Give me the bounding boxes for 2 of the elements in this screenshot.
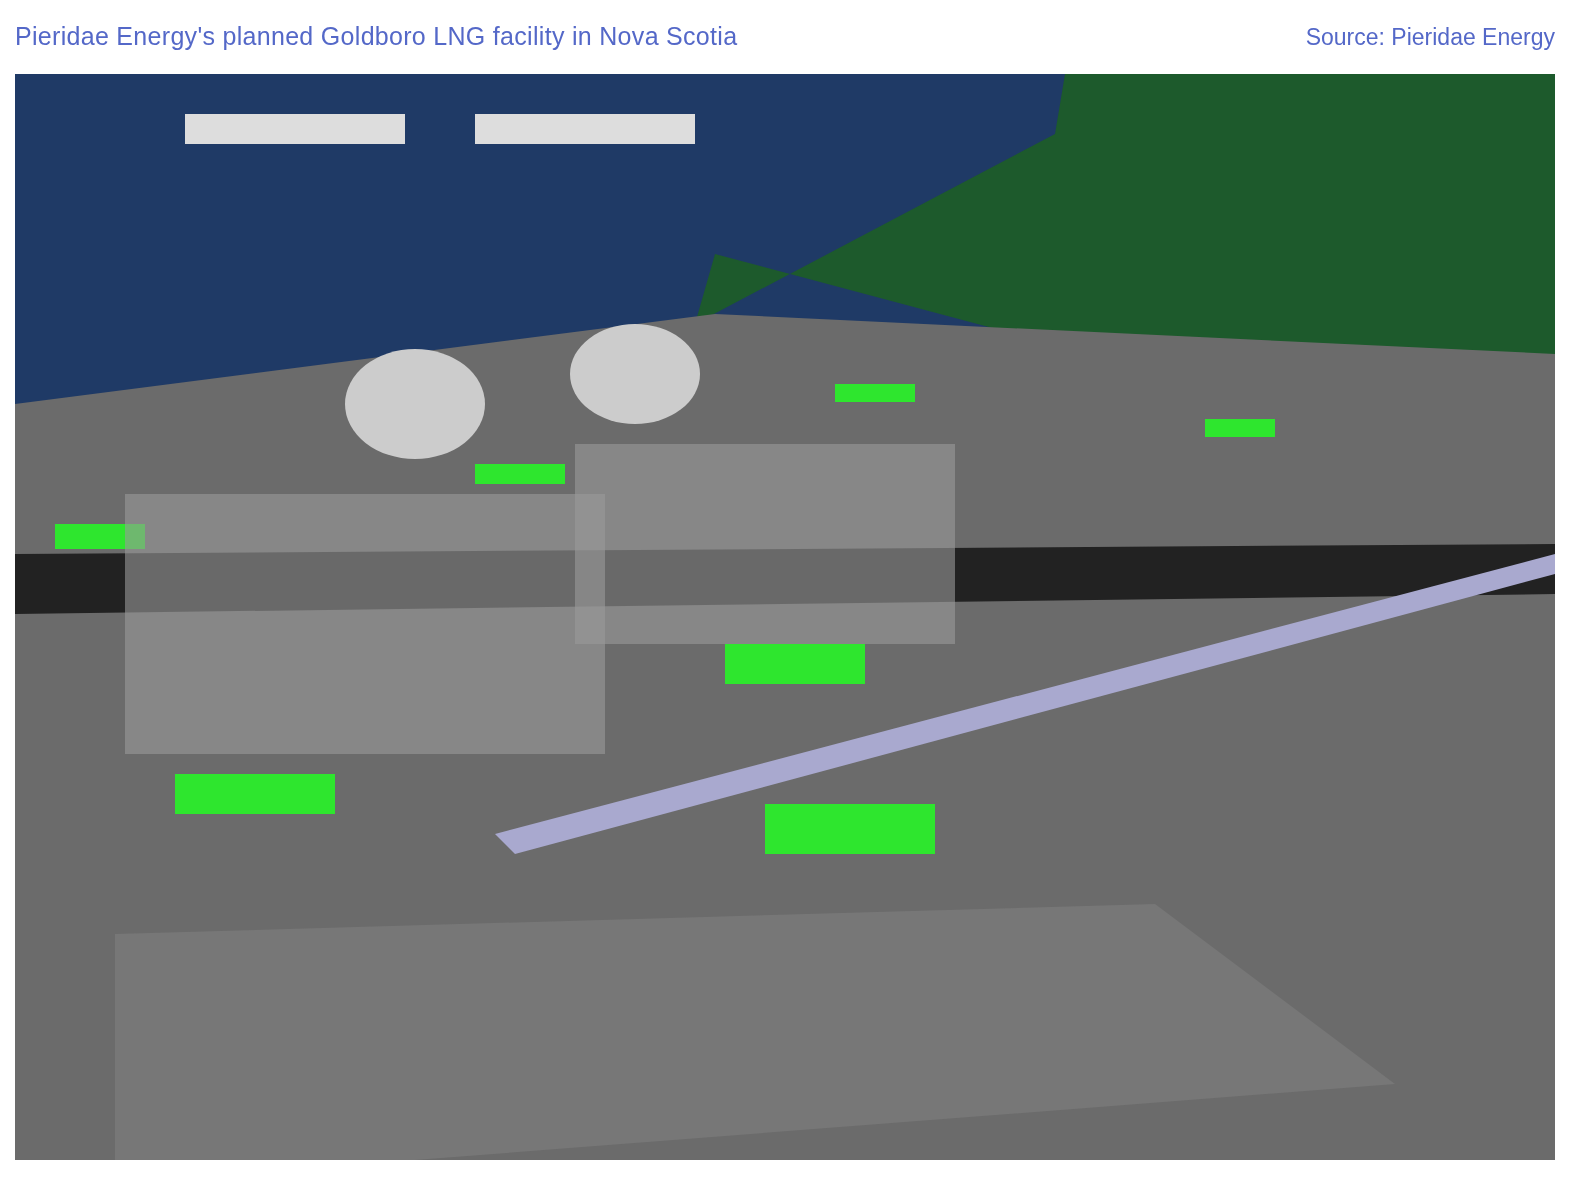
source-credit: Source: Pieridae Energy — [1305, 22, 1555, 52]
figure-title: Pieridae Energy's planned Goldboro LNG facility in Nova Scotia — [15, 21, 738, 52]
